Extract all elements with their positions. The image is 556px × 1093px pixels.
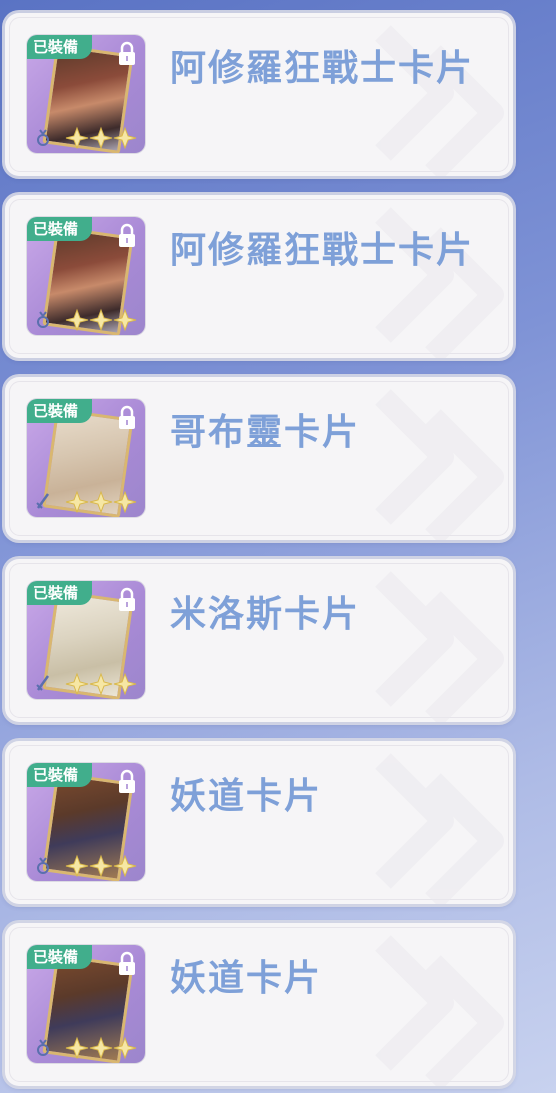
card-list-item[interactable]: 已裝備 哥布靈卡片 [5,377,513,540]
ring-icon [37,311,49,328]
card-thumbnail[interactable]: 已裝備 [27,399,145,517]
card-thumbnail[interactable]: 已裝備 [27,217,145,335]
watermark-pattern-icon [375,935,504,1086]
lock-icon[interactable] [117,769,137,795]
rarity-stars-icon [65,490,137,514]
lock-icon[interactable] [117,405,137,431]
watermark-pattern-icon [375,753,504,904]
card-list-item[interactable]: 已裝備 米洛斯卡片 [5,559,513,722]
ring-icon [37,1039,49,1056]
rarity-stars-icon [65,672,137,696]
card-name: 哥布靈卡片 [170,412,361,453]
ring-icon [37,129,49,146]
rarity-stars-icon [65,854,137,878]
rarity-stars-icon [65,126,137,150]
equipped-badge: 已裝備 [27,581,93,605]
card-name: 阿修羅狂戰士卡片 [170,230,475,271]
lock-icon[interactable] [117,587,137,613]
equipped-badge: 已裝備 [27,217,93,241]
card-thumbnail[interactable]: 已裝備 [27,581,145,699]
card-name: 阿修羅狂戰士卡片 [170,48,475,89]
rarity-stars-icon [65,1036,137,1060]
lock-icon[interactable] [117,223,137,249]
card-thumbnail[interactable]: 已裝備 [27,35,145,153]
sword-icon [36,675,50,691]
equipped-badge: 已裝備 [27,399,93,423]
equipped-badge: 已裝備 [27,35,93,59]
lock-icon[interactable] [117,951,137,977]
card-list-item[interactable]: 已裝備 阿修羅狂戰士卡片 [5,13,513,176]
card-list-item[interactable]: 已裝備 妖道卡片 [5,741,513,904]
card-thumbnail[interactable]: 已裝備 [27,945,145,1063]
card-name: 妖道卡片 [170,958,323,999]
card-thumbnail[interactable]: 已裝備 [27,763,145,881]
card-list-item[interactable]: 已裝備 阿修羅狂戰士卡片 [5,195,513,358]
ring-icon [37,857,49,874]
rarity-stars-icon [65,308,137,332]
equipped-badge: 已裝備 [27,763,93,787]
card-name: 米洛斯卡片 [170,594,361,635]
equipped-badge: 已裝備 [27,945,93,969]
lock-icon[interactable] [117,41,137,67]
card-list-item[interactable]: 已裝備 妖道卡片 [5,923,513,1086]
card-name: 妖道卡片 [170,776,323,817]
sword-icon [36,493,50,509]
